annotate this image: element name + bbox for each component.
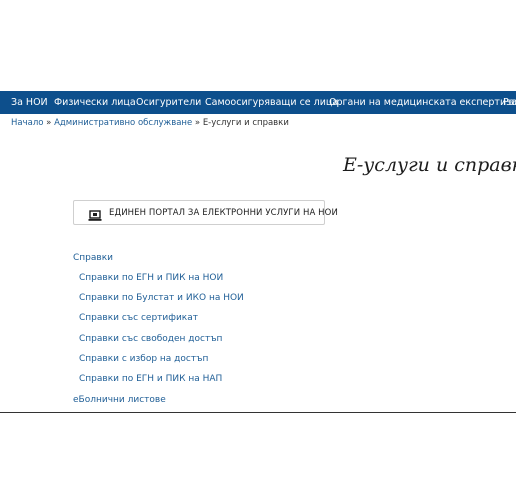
menu-link-spravki-sertifikat[interactable]: Справки със сертификат xyxy=(79,313,198,323)
nav-item-samoosiguryavashti[interactable]: Самоосигуряващи се лица xyxy=(205,91,338,114)
menu-link-spravki-bulstat-iko[interactable]: Справки по Булстат и ИКО на НОИ xyxy=(79,293,244,303)
menu-link-spravki-svoboden-dostap[interactable]: Справки със свободен достъп xyxy=(79,334,222,344)
page-title: Е-услуги и справки xyxy=(343,154,516,176)
menu-link-spravki[interactable]: Справки xyxy=(73,253,113,263)
breadcrumb-separator: » xyxy=(46,118,52,128)
menu-link-spravki-egn-pik-nap[interactable]: Справки по ЕГН и ПИК на НАП xyxy=(79,374,222,384)
breadcrumb-home-link[interactable]: Начало xyxy=(11,118,43,128)
e-portal-button-label: ЕДИНЕН ПОРТАЛ ЗА ЕЛЕКТРОННИ УСЛУГИ НА НО… xyxy=(109,208,338,218)
nav-item-za-noi[interactable]: За НОИ xyxy=(11,91,48,114)
nav-item-truncated[interactable]: Раз xyxy=(503,91,516,114)
nav-item-fizicheski-lica[interactable]: Физически лица xyxy=(54,91,136,114)
nav-item-osiguriteli[interactable]: Осигурители xyxy=(136,91,201,114)
main-navigation: За НОИ Физически лица Осигурители Самоос… xyxy=(0,91,516,114)
nav-item-organi-med-ekspertiza[interactable]: Органи на медицинската експертиза xyxy=(329,91,516,114)
laptop-icon xyxy=(88,207,102,221)
breadcrumb-separator: » xyxy=(194,118,201,128)
page: За НОИ Физически лица Осигурители Самоос… xyxy=(0,0,516,500)
menu-link-ebolnichni[interactable]: еБолнични листове xyxy=(73,395,166,405)
menu-link-spravki-egn-pik-noi[interactable]: Справки по ЕГН и ПИК на НОИ xyxy=(79,273,223,283)
menu-link-spravki-izbor-dostap[interactable]: Справки с избор на достъп xyxy=(79,354,208,364)
e-portal-button[interactable]: ЕДИНЕН ПОРТАЛ ЗА ЕЛЕКТРОННИ УСЛУГИ НА НО… xyxy=(73,200,338,225)
divider xyxy=(0,412,516,413)
breadcrumb-section-link[interactable]: Административно обслужване xyxy=(54,118,192,128)
breadcrumb: Начало » Административно обслужване » Е-… xyxy=(11,118,289,128)
breadcrumb-current: Е-услуги и справки xyxy=(202,118,289,128)
